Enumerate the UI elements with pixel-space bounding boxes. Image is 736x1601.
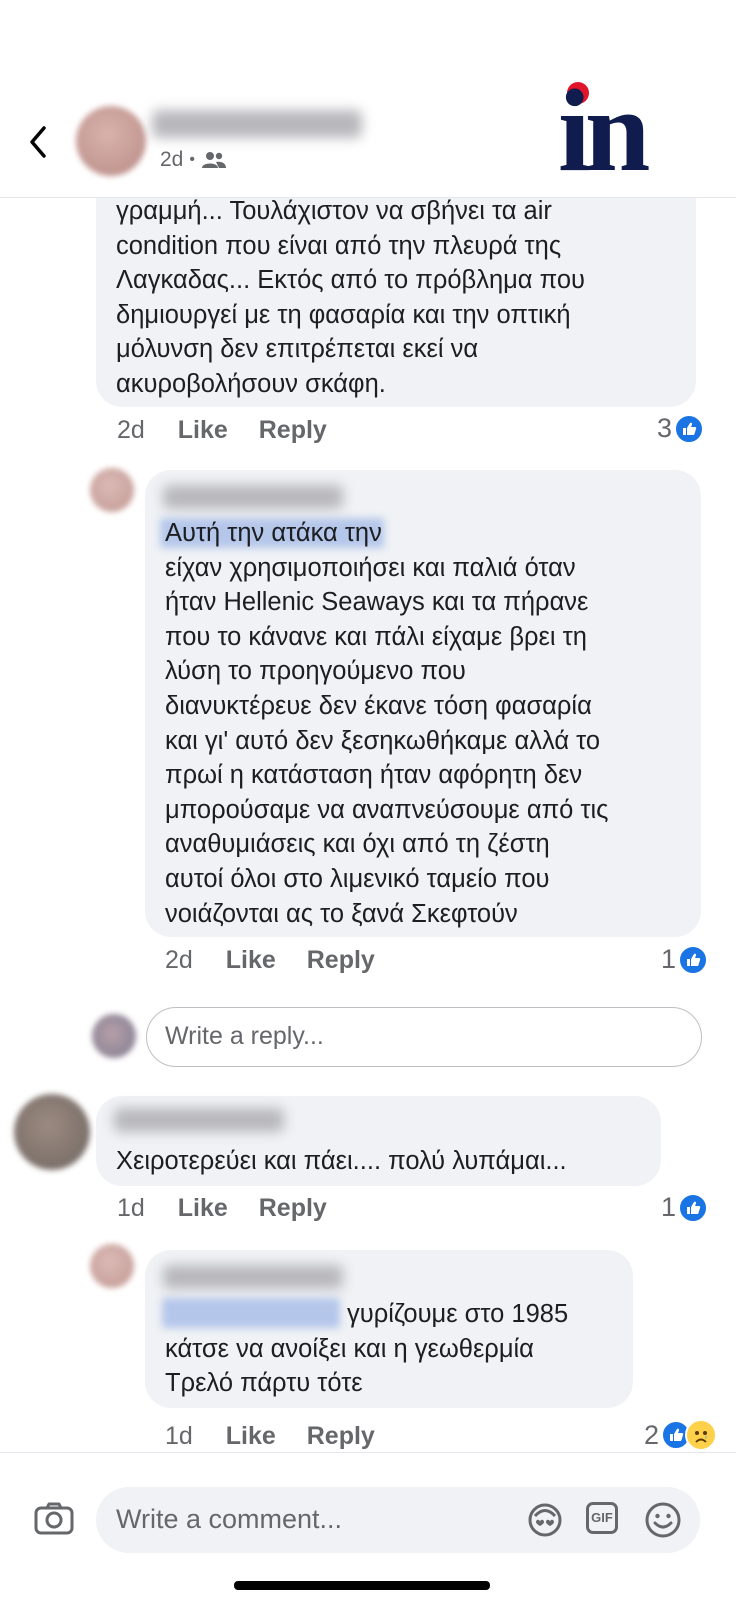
comment-input[interactable]: Write a comment... GIF <box>96 1487 700 1553</box>
reaction-count: 2 <box>644 1419 660 1450</box>
commenter-avatar[interactable] <box>14 1094 90 1170</box>
post-header: 2d • in <box>0 0 736 198</box>
back-button[interactable] <box>24 122 54 162</box>
reply-button[interactable]: Reply <box>307 1422 375 1450</box>
author-name[interactable] <box>152 110 362 138</box>
camera-button[interactable] <box>34 1501 74 1540</box>
avatar-sticker-button[interactable] <box>526 1501 564 1544</box>
comment-time: 1d <box>117 1194 145 1222</box>
friends-icon <box>201 152 226 168</box>
reaction-count: 3 <box>657 413 673 443</box>
emoji-button[interactable] <box>644 1501 682 1544</box>
comment-bar: Write a comment... GIF <box>0 1452 736 1601</box>
reply-button[interactable]: Reply <box>307 946 375 974</box>
reply-button[interactable]: Reply <box>259 416 327 444</box>
camera-icon <box>34 1502 74 1535</box>
like-icon <box>674 413 705 444</box>
gif-button[interactable]: GIF <box>586 1502 618 1534</box>
reaction-count: 1 <box>661 1192 677 1222</box>
chevron-left-icon <box>30 126 46 158</box>
like-button[interactable]: Like <box>178 1194 228 1222</box>
logo-text: in <box>558 65 650 196</box>
reaction-count: 1 <box>661 944 677 974</box>
meta-dot: • <box>189 151 195 168</box>
brand-logo: in <box>558 72 680 190</box>
reaction-summary[interactable]: 3 <box>657 413 705 444</box>
commenter-name[interactable] <box>163 485 343 509</box>
comment-text: γυρίζουμε στο 1985 κάτσε να ανοίξει και … <box>165 1300 569 1398</box>
reply-input[interactable]: Write a reply... <box>146 1007 702 1067</box>
comment-text: Χειροτερεύει και πάει.... πολύ λυπάμαι..… <box>116 1147 567 1175</box>
reaction-summary[interactable]: 1 <box>661 1192 709 1223</box>
comment-time: 2d <box>165 946 193 974</box>
commenter-avatar[interactable] <box>90 1244 134 1288</box>
comment-actions: 1d Like Reply <box>165 1422 375 1451</box>
reaction-summary[interactable]: 2 <box>644 1419 718 1451</box>
comment-placeholder: Write a comment... <box>116 1504 343 1534</box>
comment-text: γραμμή... Τουλάχιστον να σβήνει τα air c… <box>116 197 585 398</box>
reply-placeholder: Write a reply... <box>165 1022 324 1050</box>
comment-time: 1d <box>165 1422 193 1450</box>
gif-icon: GIF <box>591 1510 613 1525</box>
reply-button[interactable]: Reply <box>259 1194 327 1222</box>
avatar-sticker-icon <box>528 1503 562 1537</box>
like-icon <box>678 1192 709 1223</box>
comment-text: Αυτή την ατάκα την είχαν χρησιμοποιήσει … <box>165 519 609 928</box>
my-avatar <box>92 1014 136 1058</box>
sad-icon <box>685 1419 718 1451</box>
comment-actions: 2d Like Reply <box>117 416 327 445</box>
commenter-name[interactable] <box>114 1108 284 1132</box>
home-indicator <box>234 1581 490 1590</box>
like-button[interactable]: Like <box>226 946 276 974</box>
comment-actions: 1d Like Reply <box>117 1194 327 1223</box>
author-avatar[interactable] <box>76 106 146 176</box>
like-button[interactable]: Like <box>226 1422 276 1450</box>
emoji-icon <box>645 1502 681 1538</box>
like-icon <box>678 944 709 975</box>
reaction-summary[interactable]: 1 <box>661 944 709 975</box>
like-button[interactable]: Like <box>178 416 228 444</box>
post-meta: 2d • <box>160 148 227 172</box>
commenter-avatar[interactable] <box>90 468 134 512</box>
post-time: 2d <box>160 148 184 171</box>
comment-time: 2d <box>117 416 145 444</box>
commenter-name[interactable] <box>163 1265 343 1289</box>
comment-actions: 2d Like Reply <box>165 946 375 975</box>
